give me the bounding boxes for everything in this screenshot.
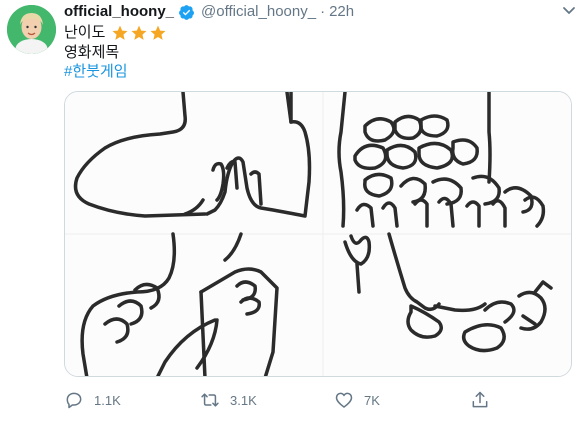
share-button[interactable] [470, 390, 500, 410]
handle[interactable]: @official_hoony_ [201, 3, 316, 21]
reply-count: 1.1K [94, 392, 121, 408]
tweet: official_hoony_ @official_hoony_ · 22h 난… [0, 0, 585, 421]
retweet-icon [201, 393, 219, 407]
separator: · [320, 3, 326, 20]
verified-badge-icon [179, 4, 195, 20]
tweet-media-drawing[interactable] [64, 91, 572, 377]
share-icon [472, 391, 488, 408]
retweet-count: 3.1K [230, 392, 257, 408]
chevron-down-icon[interactable] [562, 6, 576, 16]
tweet-header: official_hoony_ @official_hoony_ · 22h [64, 3, 354, 21]
display-name[interactable]: official_hoony_ [64, 3, 174, 21]
timestamp[interactable]: 22h [329, 3, 354, 21]
like-count: 7K [364, 392, 380, 408]
star-icon [131, 25, 147, 40]
tweet-text-line-1: 난이도 [64, 24, 167, 42]
retweet-button[interactable]: 3.1K [200, 390, 257, 410]
hashtag-link[interactable]: #한붓게임 [64, 63, 128, 81]
star-icon [112, 25, 128, 40]
like-button[interactable]: 7K [334, 390, 380, 410]
reply-icon [66, 392, 82, 409]
like-icon [335, 392, 353, 408]
tweet-text-line-2: 영화제목 [64, 44, 120, 61]
tweet-actions: 1.1K 3.1K 7K [64, 390, 494, 414]
difficulty-stars [111, 24, 167, 42]
avatar[interactable] [7, 5, 56, 54]
difficulty-label: 난이도 [64, 24, 106, 41]
drawing-puzzle-image [65, 92, 571, 376]
reply-button[interactable]: 1.1K [64, 390, 121, 410]
star-icon [150, 25, 166, 40]
